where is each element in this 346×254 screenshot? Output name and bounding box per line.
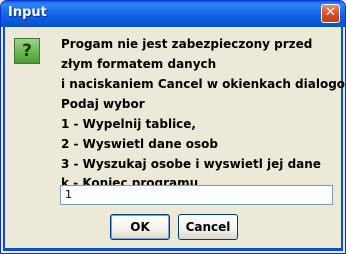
cancel-button[interactable]: Cancel (178, 214, 238, 240)
message-line: 2 - Wyswietl dane osob (61, 137, 219, 151)
question-icon: ? (14, 38, 40, 64)
title-bar[interactable]: Input ✕ (1, 1, 345, 27)
message-line: Podaj wybor (61, 97, 145, 111)
input-dialog: Input ✕ ? Progam nie jest zabezpieczony … (0, 0, 346, 254)
ok-button[interactable]: OK (110, 214, 170, 240)
close-icon[interactable]: ✕ (321, 4, 340, 23)
message-line: Progam nie jest zabezpieczony przed (61, 37, 313, 51)
window-title: Input (8, 5, 47, 20)
choice-input[interactable]: 1 (60, 185, 333, 205)
message-line: 3 - Wyszukaj osobe i wyswietl jej dane (61, 157, 321, 171)
message-line: i naciskaniem Cancel w okienkach dialogo… (61, 77, 346, 91)
message-line: 1 - Wypelnij tablice, (61, 117, 196, 131)
message-line: złym formatem danych (61, 57, 217, 71)
